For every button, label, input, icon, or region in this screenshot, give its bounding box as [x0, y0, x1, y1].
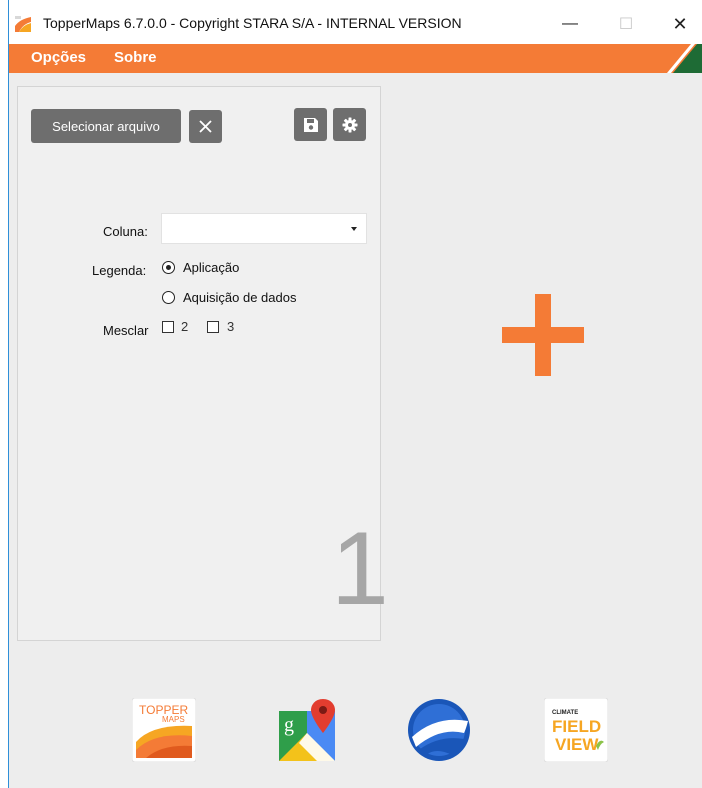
- mesclar-3-checkbox[interactable]: [207, 321, 219, 333]
- save-button[interactable]: [294, 108, 327, 141]
- legenda-aplicacao-radio[interactable]: [162, 261, 175, 274]
- legenda-label: Legenda:: [92, 263, 147, 278]
- minimize-button[interactable]: —: [547, 9, 593, 39]
- legenda-aplicacao-label[interactable]: Aplicação: [183, 260, 239, 275]
- mesclar-2-checkbox[interactable]: [162, 321, 174, 333]
- toppermaps-logo-icon: TOPPER MAPS: [131, 697, 197, 763]
- coluna-label: Coluna:: [103, 224, 148, 239]
- map-panel-1: Selecionar arquivo Coluna: Legenda: Apli…: [17, 86, 389, 641]
- fieldview-logo-text-2: VIEW: [555, 735, 599, 754]
- climate-fieldview-button[interactable]: CLIMATE FIELD VIEW: [543, 697, 609, 763]
- legenda-aquisicao-label[interactable]: Aquisição de dados: [183, 290, 296, 305]
- google-earth-logo-icon: [408, 699, 470, 761]
- legenda-aquisicao-radio[interactable]: [162, 291, 175, 304]
- mesclar-3-label[interactable]: 3: [227, 319, 234, 334]
- maximize-icon: ☐: [618, 16, 634, 33]
- title-bar[interactable]: TopperMaps 6.7.0.0 - Copyright STARA S/A…: [9, 0, 702, 44]
- mesclar-label: Mesclar: [103, 323, 149, 338]
- google-maps-logo-icon: g: [279, 699, 335, 761]
- panel-number: 1: [331, 511, 389, 627]
- fieldview-logo-text-1: FIELD: [552, 717, 601, 736]
- toppermaps-logo-text-bottom: MAPS: [162, 715, 185, 724]
- close-icon: [199, 120, 212, 133]
- menu-bar: Opções Sobre: [9, 44, 702, 73]
- minimize-icon: —: [562, 15, 578, 32]
- menu-sobre[interactable]: Sobre: [114, 49, 157, 66]
- chevron-down-icon: [351, 227, 357, 231]
- climate-fieldview-logo-icon: CLIMATE FIELD VIEW: [543, 697, 609, 763]
- gear-icon: [342, 117, 357, 132]
- floppy-disk-icon: [303, 117, 318, 132]
- close-icon: ✕: [672, 13, 688, 34]
- close-window-button[interactable]: ✕: [657, 9, 702, 39]
- add-panel-button[interactable]: [502, 294, 584, 376]
- google-maps-button[interactable]: g: [277, 697, 339, 763]
- window-title: TopperMaps 6.7.0.0 - Copyright STARA S/A…: [43, 15, 462, 31]
- google-maps-logo-text: g: [284, 714, 294, 736]
- mesclar-2-label[interactable]: 2: [181, 319, 188, 334]
- settings-button[interactable]: [333, 108, 366, 141]
- clear-file-button[interactable]: [189, 110, 222, 143]
- select-file-button[interactable]: Selecionar arquivo: [31, 109, 181, 143]
- menu-opcoes[interactable]: Opções: [31, 49, 86, 66]
- google-earth-button[interactable]: [406, 697, 472, 763]
- fieldview-logo-text-small: CLIMATE: [552, 710, 578, 716]
- app-logo-icon: [14, 15, 32, 33]
- brand-stripes-decoration: [667, 44, 702, 73]
- coluna-select[interactable]: [161, 213, 367, 244]
- maximize-button[interactable]: ☐: [603, 9, 649, 39]
- app-window: TopperMaps 6.7.0.0 - Copyright STARA S/A…: [8, 0, 702, 788]
- toppermaps-button[interactable]: TOPPER MAPS: [131, 697, 197, 763]
